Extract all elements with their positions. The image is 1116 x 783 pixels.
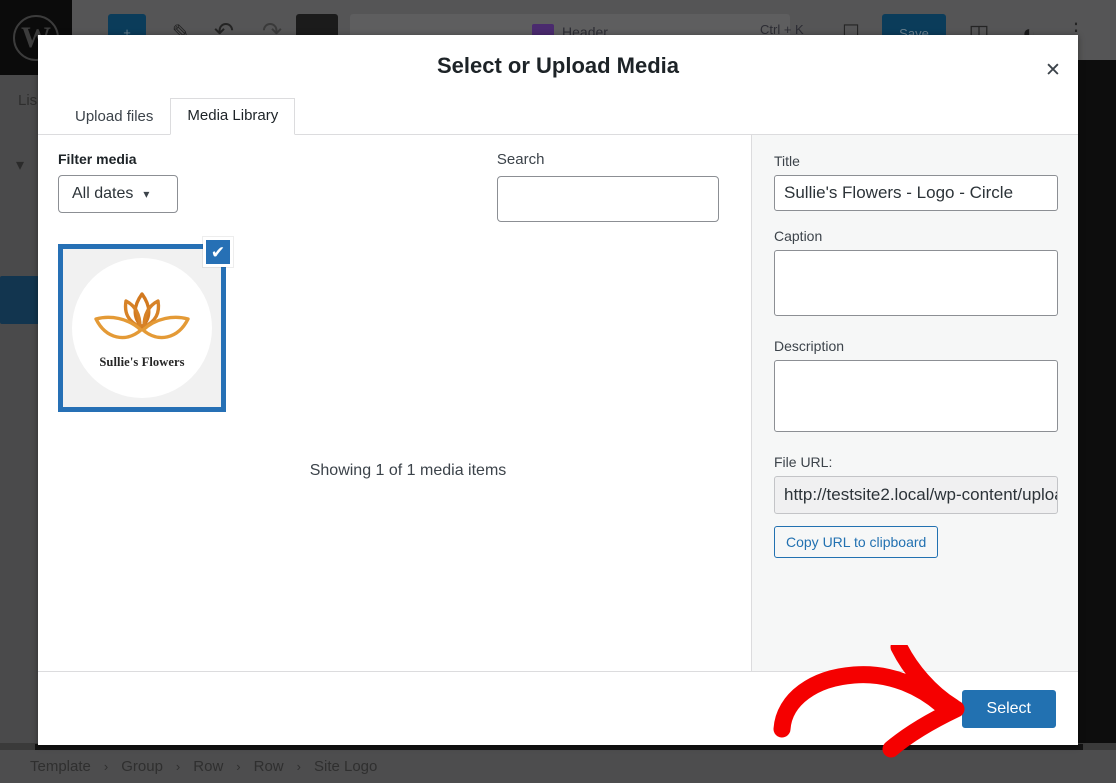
media-modal-header: Select or Upload Media ✕ bbox=[38, 35, 1078, 97]
breadcrumb-separator: › bbox=[297, 759, 301, 774]
filter-media-block: Filter media All dates ▾ bbox=[58, 151, 497, 222]
breadcrumb-item-site-logo[interactable]: Site Logo bbox=[314, 758, 377, 775]
check-icon[interactable]: ✔ bbox=[203, 237, 233, 267]
copy-url-button[interactable]: Copy URL to clipboard bbox=[774, 526, 938, 558]
breadcrumb-separator: › bbox=[104, 759, 108, 774]
description-field[interactable] bbox=[774, 360, 1058, 432]
search-label: Search bbox=[497, 151, 731, 168]
chevron-down-icon[interactable]: ▾ bbox=[16, 155, 24, 175]
lotus-flower-icon bbox=[88, 287, 196, 353]
chevron-down-icon: ▾ bbox=[143, 187, 149, 201]
tab-upload-files[interactable]: Upload files bbox=[58, 99, 170, 135]
attachment-details-sidebar: Title Sullie's Flowers - Logo - Circle C… bbox=[751, 135, 1078, 671]
date-filter-value: All dates bbox=[72, 185, 133, 203]
media-modal-tabs: Upload files Media Library bbox=[38, 97, 1078, 135]
media-modal-footer: Select bbox=[38, 672, 1078, 745]
caption-label: Caption bbox=[774, 228, 1056, 244]
date-filter-select[interactable]: All dates ▾ bbox=[58, 175, 178, 213]
media-grid: Sullie's Flowers ✔ bbox=[58, 244, 731, 412]
page-title: Select or Upload Media bbox=[437, 53, 679, 79]
media-count-status: Showing 1 of 1 media items bbox=[58, 462, 751, 480]
breadcrumb-item-group[interactable]: Group bbox=[121, 758, 163, 775]
title-label: Title bbox=[774, 153, 1056, 169]
media-modal: Select or Upload Media ✕ Upload files Me… bbox=[38, 35, 1078, 745]
file-url-label: File URL: bbox=[774, 454, 1056, 470]
title-field[interactable]: Sullie's Flowers - Logo - Circle bbox=[774, 175, 1058, 211]
breadcrumb-item-row-2[interactable]: Row bbox=[254, 758, 284, 775]
media-search-block: Search bbox=[497, 151, 731, 222]
media-library-panel: Filter media All dates ▾ Search bbox=[38, 135, 751, 671]
description-label: Description bbox=[774, 338, 1056, 354]
media-item-sullies-flowers[interactable]: Sullie's Flowers ✔ bbox=[58, 244, 226, 412]
media-modal-body: Filter media All dates ▾ Search bbox=[38, 135, 1078, 672]
sullies-flowers-logo-icon: Sullie's Flowers bbox=[72, 258, 212, 398]
breadcrumb-separator: › bbox=[176, 759, 180, 774]
filter-media-label: Filter media bbox=[58, 151, 497, 167]
tab-media-library[interactable]: Media Library bbox=[170, 98, 295, 135]
media-thumbnail: Sullie's Flowers bbox=[63, 249, 221, 407]
file-url-field[interactable]: http://testsite2.local/wp-content/upload… bbox=[774, 476, 1058, 514]
breadcrumb-item-row-1[interactable]: Row bbox=[193, 758, 223, 775]
list-view-panel-label: Lis bbox=[18, 92, 37, 109]
select-button[interactable]: Select bbox=[962, 690, 1056, 728]
media-filters-row: Filter media All dates ▾ Search bbox=[58, 151, 731, 222]
breadcrumb-item-template[interactable]: Template bbox=[30, 758, 91, 775]
selected-block-highlight bbox=[0, 276, 39, 324]
caption-field[interactable] bbox=[774, 250, 1058, 316]
editor-right-strip bbox=[1083, 60, 1116, 743]
search-input[interactable] bbox=[497, 176, 719, 222]
breadcrumb-separator: › bbox=[236, 759, 240, 774]
logo-wordmark: Sullie's Flowers bbox=[99, 355, 184, 370]
screen: W + ✎ ↶ ↷ Header Ctrl + K ☐ Save ◫ ◐ ⋮ L… bbox=[0, 0, 1116, 783]
breadcrumb: Template › Group › Row › Row › Site Logo bbox=[0, 750, 1116, 783]
close-icon[interactable]: ✕ bbox=[1030, 47, 1076, 93]
